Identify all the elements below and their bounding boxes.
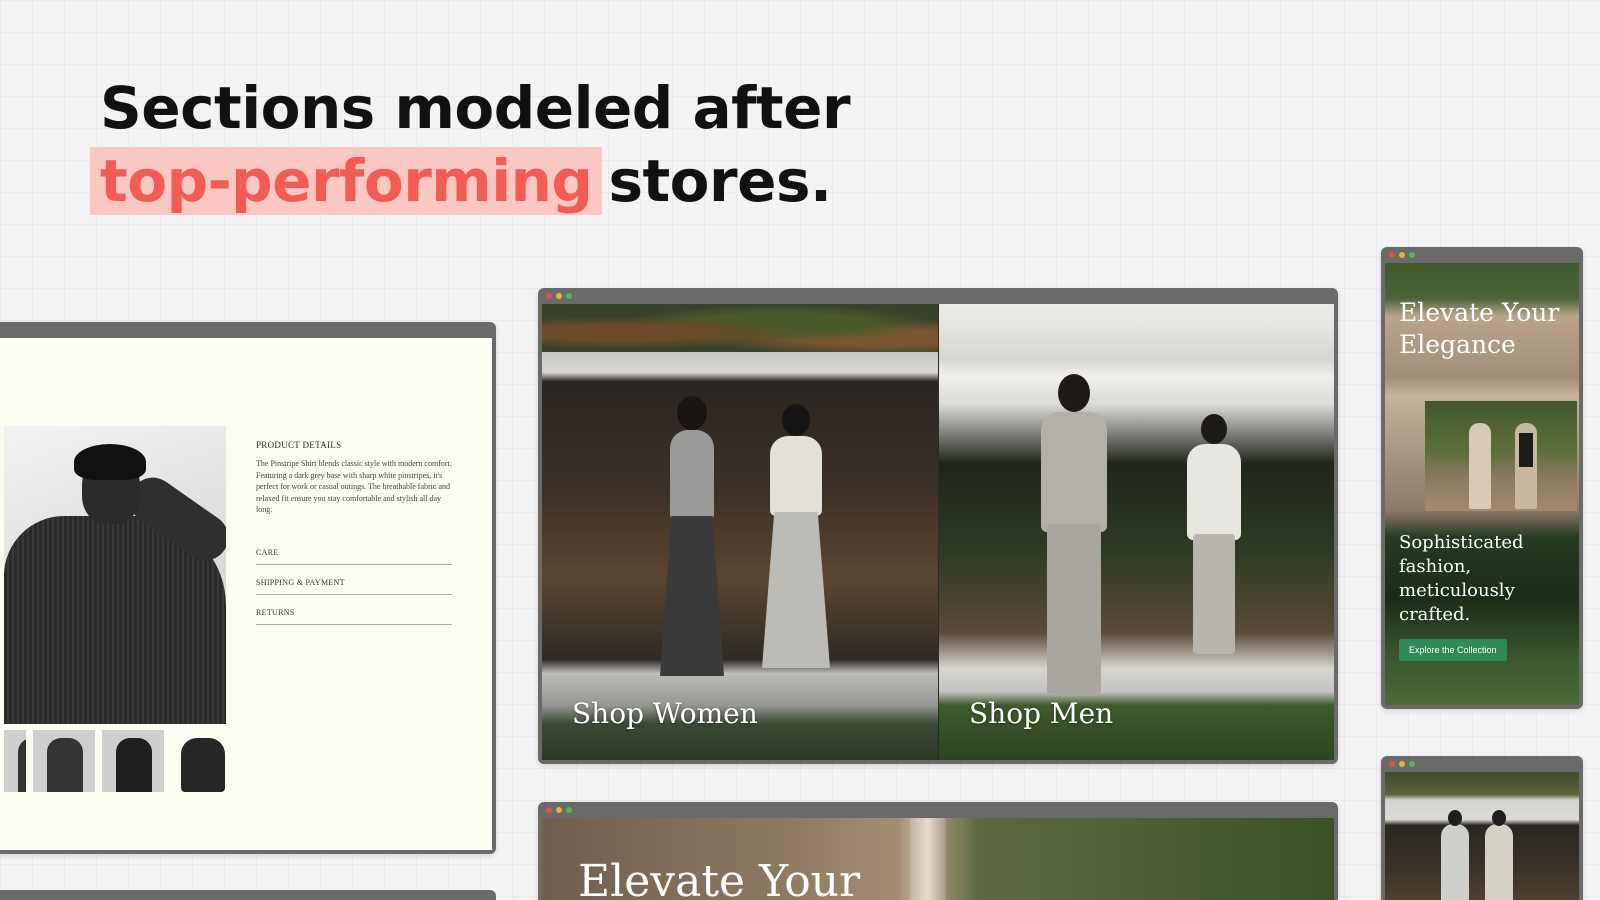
- product-thumbnail-strip: [4, 730, 233, 792]
- product-thumbnail[interactable]: [102, 730, 164, 792]
- product-detail-page: PRODUCT DETAILS The Pinstripe Shirt blen…: [0, 338, 492, 850]
- hero-subtitle: Sophisticated fashion, meticulously craf…: [1399, 532, 1524, 625]
- window-chrome-bar: [0, 890, 496, 900]
- architecture-column: [910, 818, 946, 900]
- hero-wide-preview-window[interactable]: Elevate Your: [538, 802, 1338, 900]
- close-dot-icon[interactable]: [1389, 252, 1395, 258]
- headline-highlight: top-performing: [90, 147, 603, 215]
- window-controls: [546, 807, 572, 813]
- close-dot-icon[interactable]: [546, 293, 552, 299]
- accordion-shipping-payment[interactable]: SHIPPING & PAYMENT: [256, 578, 452, 595]
- category-small-section: [1385, 772, 1579, 900]
- shop-women-panel[interactable]: Shop Women: [542, 304, 938, 760]
- headline-line-2-rest: stores.: [608, 147, 832, 215]
- shop-categories-preview-window[interactable]: Shop Women Shop Men: [538, 288, 1338, 764]
- maximize-dot-icon[interactable]: [1409, 252, 1415, 258]
- explore-collection-button[interactable]: Explore the Collection: [1399, 639, 1507, 661]
- headline-line-2: top-performing stores.: [90, 145, 850, 218]
- model-figure: [652, 396, 732, 696]
- category-small-preview-window[interactable]: [1381, 756, 1583, 900]
- window-controls: [1389, 252, 1415, 258]
- hero-title: Elevate Your Elegance: [1399, 298, 1560, 359]
- minimize-dot-icon[interactable]: [1399, 761, 1405, 767]
- hero-wide-section: Elevate Your: [542, 818, 1334, 900]
- page-headline: Sections modeled after top-performing sto…: [90, 72, 851, 218]
- hero-wide-title: Elevate Your: [578, 856, 861, 900]
- product-thumbnail[interactable]: [171, 730, 233, 792]
- accordion-returns[interactable]: RETURNS: [256, 608, 452, 625]
- model-figure: [1441, 810, 1469, 900]
- hero-section: Elevate Your Elegance Sophisticated fash…: [1385, 263, 1579, 705]
- model-figure: [1515, 423, 1537, 509]
- model-figure: [1485, 810, 1513, 900]
- window-controls: [546, 293, 572, 299]
- model-figure: [756, 404, 836, 696]
- shop-categories-section: Shop Women Shop Men: [542, 304, 1334, 760]
- minimize-dot-icon[interactable]: [1399, 252, 1405, 258]
- product-thumbnail[interactable]: [4, 730, 26, 792]
- model-figure: [1029, 374, 1119, 704]
- product-thumbnail[interactable]: [33, 730, 95, 792]
- hero-preview-window[interactable]: Elevate Your Elegance Sophisticated fash…: [1381, 247, 1583, 709]
- model-hair-shape: [74, 444, 146, 480]
- accordion-care[interactable]: CARE: [256, 548, 452, 565]
- window-controls: [1389, 761, 1415, 767]
- shop-men-label[interactable]: Shop Men: [969, 697, 1113, 730]
- hero-image: [1425, 401, 1577, 511]
- shop-women-label[interactable]: Shop Women: [572, 697, 758, 730]
- headline-line-1: Sections modeled after: [100, 74, 851, 142]
- model-figure: [1179, 414, 1249, 664]
- product-main-photo[interactable]: [4, 426, 226, 724]
- maximize-dot-icon[interactable]: [566, 293, 572, 299]
- close-dot-icon[interactable]: [546, 807, 552, 813]
- shop-men-panel[interactable]: Shop Men: [938, 304, 1334, 760]
- close-dot-icon[interactable]: [1389, 761, 1395, 767]
- model-figure: [1469, 423, 1491, 509]
- minimize-dot-icon[interactable]: [556, 293, 562, 299]
- product-detail-preview-window[interactable]: PRODUCT DETAILS The Pinstripe Shirt blen…: [0, 322, 496, 854]
- trees-backdrop: [542, 304, 938, 352]
- product-details: PRODUCT DETAILS The Pinstripe Shirt blen…: [256, 440, 452, 516]
- maximize-dot-icon[interactable]: [566, 807, 572, 813]
- minimize-dot-icon[interactable]: [556, 807, 562, 813]
- product-description: The Pinstripe Shirt blends classic style…: [256, 459, 452, 514]
- product-details-title: PRODUCT DETAILS: [256, 440, 342, 450]
- maximize-dot-icon[interactable]: [1409, 761, 1415, 767]
